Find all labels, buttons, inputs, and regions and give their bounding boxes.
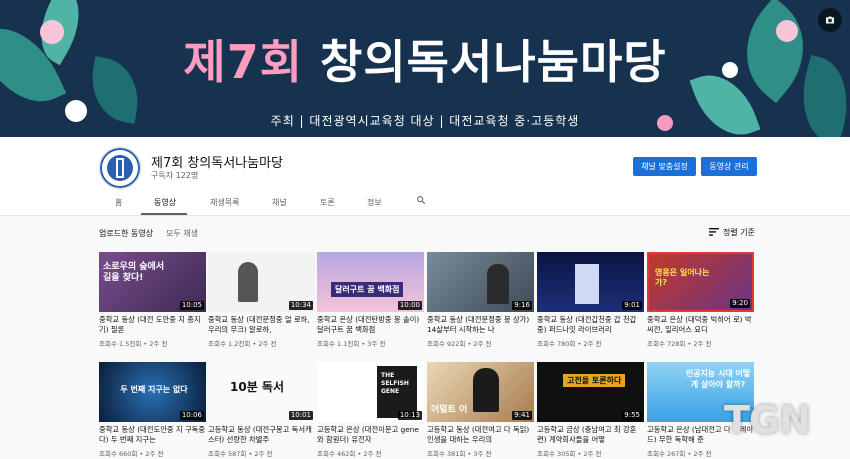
video-meta: 조회수 462회 • 2주 전 — [317, 450, 382, 458]
tab-home[interactable]: 홈 — [115, 197, 122, 208]
banner-subtitle: 주최 | 대전광역시교육청 대상 | 대전교육청 중·고등학생 — [270, 114, 580, 128]
person-figure — [473, 368, 499, 412]
video-duration: 10:00 — [397, 301, 422, 310]
video-meta: 조회수 922회 • 2주 전 — [427, 340, 492, 348]
video-meta: 조회수 381회 • 3주 전 — [427, 450, 492, 458]
play-all-link[interactable]: 모두 재생 — [166, 228, 198, 239]
tab-playlists[interactable]: 재생목록 — [210, 197, 239, 208]
thumbnail-caption: THE SELFISH GENE — [381, 372, 409, 395]
tab-about[interactable]: 정보 — [367, 197, 382, 208]
video-duration: 9:41 — [512, 411, 532, 420]
banner-title-edition: 제7회 — [183, 35, 304, 89]
tab-videos[interactable]: 동영상 — [154, 197, 176, 208]
video-duration: 10:34 — [288, 301, 313, 310]
video-duration: 10:05 — [179, 301, 204, 310]
video-title[interactable]: 중학교 동상 (대전갑천중 갑 천갑중) 퍼드나잇 라이브러리 — [537, 315, 644, 335]
video-meta: 조회수 267회 • 2주 전 — [647, 450, 712, 458]
video-title[interactable]: 고등학교 동상 (대전구봉고 독서캐스터) 선량한 차별주 — [208, 425, 315, 445]
video-title[interactable]: 고등학교 금상 (충남여고 최 강훈련) 계약회사들을 어떻 — [537, 425, 644, 445]
video-thumbnail[interactable]: 9:01 — [537, 252, 644, 312]
sort-icon — [709, 227, 719, 238]
person-figure — [487, 264, 509, 304]
video-thumbnail[interactable]: 두 번째 지구는 없다 10:06 — [99, 362, 206, 422]
sort-label: 정렬 기준 — [723, 228, 755, 237]
tgn-watermark: TGN — [724, 398, 811, 442]
thumbnail-caption: 소로우의 숲에서 길을 찾다! — [103, 262, 165, 283]
video-thumbnail[interactable]: 달러구트 꿈 백화점 10:00 — [317, 252, 424, 312]
video-meta: 조회수 1.5천회 • 2주 전 — [99, 340, 168, 348]
thumbnail-caption: 인공지능 시대 어떻게 살아야 할까? — [685, 369, 751, 389]
video-title[interactable]: 중학교 은상 (대덕중 빅히어 로) 박씨전, 일리어스 요디 — [647, 315, 754, 335]
channel-banner: 제7회 창의독서나눔마당 주최 | 대전광역시교육청 대상 | 대전교육청 중·… — [0, 0, 850, 137]
video-thumbnail[interactable]: 소로우의 숲에서 길을 찾다! 10:05 — [99, 252, 206, 312]
video-thumbnail[interactable]: 10분 독서 10:01 — [208, 362, 315, 422]
banner-title-name: 창의독서나눔마당 — [320, 35, 667, 89]
video-duration: 10:13 — [397, 411, 422, 420]
character-figure — [238, 262, 258, 302]
video-duration: 9:16 — [512, 301, 532, 310]
thumbnail-caption: 두 번째 지구는 없다 — [120, 385, 188, 394]
video-title[interactable]: 중학교 은상 (대전탄방중 몽 솔이) 달러구트 꿈 백화점 — [317, 315, 424, 335]
video-meta: 조회수 1.1천회 • 3주 전 — [317, 340, 386, 348]
tab-channels[interactable]: 채널 — [272, 197, 287, 208]
customize-channel-button[interactable]: 채널 맞춤설정 — [633, 157, 696, 176]
video-meta: 조회수 728회 • 2주 전 — [647, 340, 712, 348]
video-duration: 10:06 — [179, 411, 204, 420]
video-meta: 조회수 1.2천회 • 2주 전 — [208, 340, 277, 348]
video-meta: 조회수 305회 • 2주 전 — [537, 450, 602, 458]
thumbnail-caption: 영웅은 일어나는가? — [655, 268, 710, 287]
video-thumbnail[interactable]: 고전을 토론하다 9:55 — [537, 362, 644, 422]
video-thumbnail[interactable]: THE SELFISH GENE 10:13 — [317, 362, 424, 422]
video-title[interactable]: 중학교 동상 (대전문정중 몽 상가) 14살부터 시작하는 나 — [427, 315, 534, 335]
avatar[interactable] — [99, 147, 141, 189]
video-duration: 10:01 — [288, 411, 313, 420]
thumbnail-caption: 달러구트 꿈 백화점 — [331, 282, 404, 297]
video-title[interactable]: 고등학교 은상 (대전이문고 gene와 함원더) 유전자 — [317, 425, 424, 445]
camera-icon[interactable] — [818, 8, 842, 32]
channel-tabs: 홈 동영상 재생목록 채널 토론 정보 — [0, 193, 850, 215]
divider — [0, 215, 850, 216]
video-meta: 조회수 587회 • 2주 전 — [208, 450, 273, 458]
search-icon[interactable] — [416, 195, 426, 207]
thumbnail-caption: 어덜트 어 — [431, 405, 468, 415]
video-duration: 9:01 — [622, 301, 642, 310]
video-thumbnail[interactable]: 어덜트 어 9:41 — [427, 362, 534, 422]
thumbnail-caption: 고전을 토론하다 — [563, 374, 626, 387]
building-illustration — [575, 264, 599, 304]
video-meta: 조회수 660회 • 2주 전 — [99, 450, 164, 458]
video-duration: 9:55 — [622, 411, 642, 420]
video-meta: 조회수 780회 • 2주 전 — [537, 340, 602, 348]
manage-videos-button[interactable]: 동영상 관리 — [701, 157, 757, 176]
sort-button[interactable]: 정렬 기준 — [709, 227, 755, 238]
video-title[interactable]: 중학교 동상 (대전 도안중 지 종지기) 필론 — [99, 315, 206, 335]
video-thumbnail[interactable]: 10:34 — [208, 252, 315, 312]
video-thumbnail[interactable]: 영웅은 일어나는가? 9:20 — [647, 252, 754, 312]
tab-discussion[interactable]: 토론 — [320, 197, 335, 208]
video-title[interactable]: 중학교 동상 (대전도안중 지 구독중다) 두 번째 지구는 — [99, 425, 206, 445]
channel-name: 제7회 창의독서나눔마당 — [151, 156, 284, 171]
video-duration: 9:20 — [730, 299, 750, 308]
video-title[interactable]: 고등학교 동상 (대전여고 다 독읽) 인생을 대하는 우리의 — [427, 425, 534, 445]
subscriber-count: 구독자 122명 — [151, 171, 199, 180]
video-thumbnail[interactable]: 9:16 — [427, 252, 534, 312]
section-title: 업로드한 동영상 — [99, 229, 154, 238]
video-title[interactable]: 중학교 동상 (대전문정중 얼 로하, 우리의 무크) 알로하, — [208, 315, 315, 335]
thumbnail-caption: 10분 독서 — [230, 380, 284, 394]
banner-title: 제7회 창의독서나눔마당 — [0, 26, 850, 92]
